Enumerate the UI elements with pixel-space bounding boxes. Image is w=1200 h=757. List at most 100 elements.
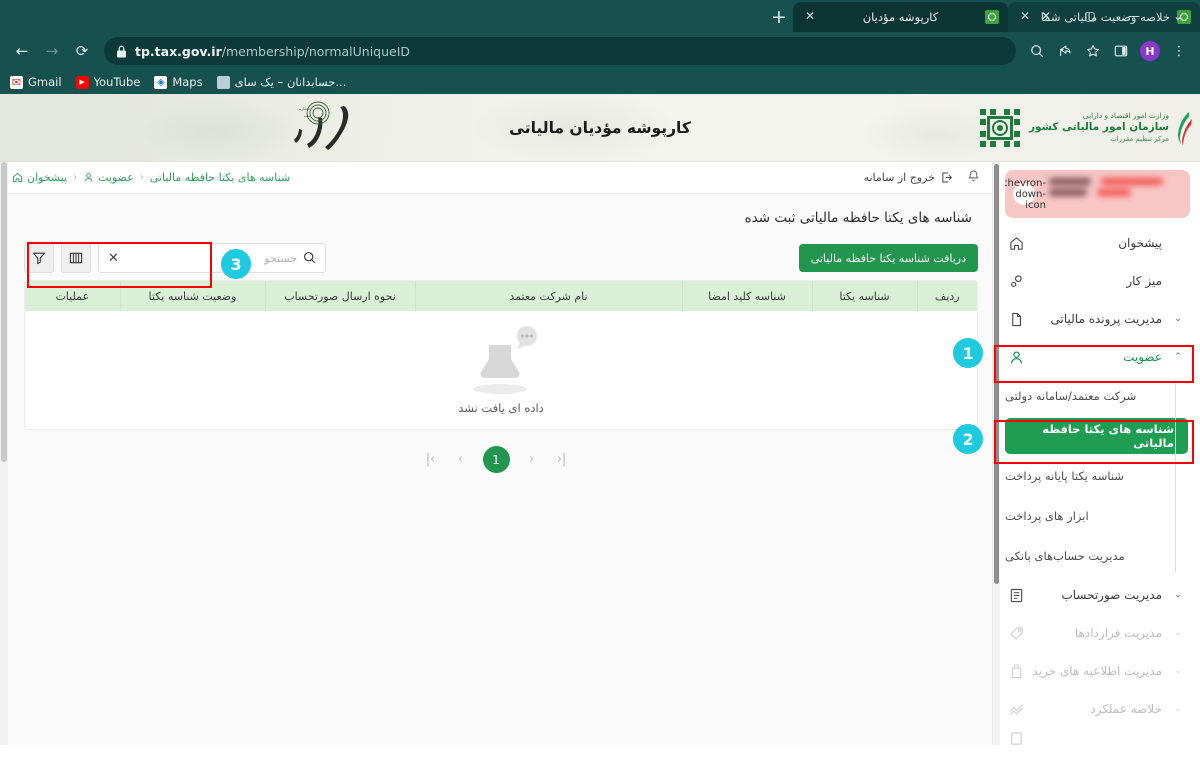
sidebar-item-dashboard[interactable]: پیشخوان [993, 224, 1200, 262]
annotation-marker-3: 3 [221, 249, 251, 279]
browser-toolbar: ← → ⟳ tp.tax.gov.ir/membership/normalUni… [0, 32, 1200, 70]
bookmark-gmail[interactable]: ✉ Gmail [10, 75, 62, 89]
bookmark-label: Gmail [28, 75, 62, 89]
data-table-card: ردیف شناسه یکتا شناسه کلید امضا نام شرکت… [24, 280, 978, 430]
svg-text:ثبت: ثبت [304, 113, 310, 118]
sidebar-item-invoice-management[interactable]: ⌄ مدیریت صورتحساب [993, 576, 1200, 614]
annotation-marker-1: 1 [953, 338, 983, 368]
breadcrumb-item-dashboard[interactable]: پیشخوان [12, 171, 67, 184]
breadcrumb-item-current[interactable]: شناسه های یکتا حافظه مالیاتی [150, 171, 290, 184]
organization-logo-block: وزارت امور اقتصاد و دارایی سازمان امور م… [978, 107, 1192, 149]
column-header-row-number[interactable]: ردیف [917, 281, 977, 311]
sidebar-item-performance-summary[interactable]: ⌄ خلاصه عملکرد [993, 690, 1200, 728]
sidebar-item-contract-management[interactable]: ⌄ مدیریت قراردادها [993, 614, 1200, 652]
chevron-down-icon: ⌄ [1170, 590, 1186, 600]
profile-redacted-content [1049, 178, 1182, 210]
back-icon[interactable]: ← [8, 37, 36, 65]
chevron-down-icon[interactable]: chevron-down-icon [1013, 183, 1035, 205]
user-icon [83, 172, 94, 183]
org-line-3: مرکز تنظیم مقررات [1029, 135, 1169, 144]
submenu-label: ابزار های پرداخت [1005, 509, 1089, 523]
maximize-button[interactable]: ▢ [1068, 0, 1112, 32]
person-icon [1005, 350, 1027, 365]
sidebar-item-tax-file-management[interactable]: ⌄ مدیریت پرونده مالیاتی [993, 300, 1200, 338]
search-box[interactable]: ✕ [98, 243, 326, 273]
sidebar-scrollbar[interactable] [993, 162, 1000, 745]
pagination-last-button[interactable]: ›| [554, 452, 570, 467]
window-controls: ⌄ — ▢ ✕ [1024, 0, 1200, 32]
membership-submenu: شرکت معتمد/سامانه دولتی شناسه های یکتا ح… [993, 376, 1200, 576]
minimize-button[interactable]: — [1112, 0, 1156, 32]
scrollbar-thumb[interactable] [1, 162, 7, 462]
submenu-trusted-company[interactable]: شرکت معتمد/سامانه دولتی [993, 376, 1200, 416]
close-icon[interactable]: ✕ [108, 251, 119, 266]
column-header-unique-id[interactable]: شناسه یکتا [812, 281, 917, 311]
chevron-down-icon[interactable]: ⌄ [1156, 0, 1200, 32]
submenu-unique-tax-memory-ids[interactable]: شناسه های یکتا حافظه مالیاتی [1005, 418, 1188, 454]
sidebar-item-membership[interactable]: ⌃ عضویت [993, 338, 1200, 376]
breadcrumb-label: پیشخوان [27, 171, 67, 184]
profile-card[interactable]: chevron-down-icon [1005, 170, 1190, 218]
pagination-prev-button[interactable]: ‹ [453, 452, 469, 467]
column-header-trusted-company-name[interactable]: نام شرکت معتمد [415, 281, 682, 311]
bookmark-maps[interactable]: ◈ Maps [154, 75, 202, 89]
columns-icon[interactable] [61, 243, 91, 273]
sidebar: chevron-down-icon پیشخوان میز کار [992, 162, 1200, 745]
sidebar-item-purchase-notices[interactable]: ⌄ مدیریت اطلاعیه های خرید [993, 652, 1200, 690]
column-header-signature-key-id[interactable]: شناسه کلید امضا [682, 281, 812, 311]
breadcrumb-item-membership[interactable]: عضویت [83, 171, 134, 184]
bag-icon [1005, 664, 1027, 679]
pagination-next-button[interactable]: › [524, 452, 540, 467]
address-bar[interactable]: tp.tax.gov.ir/membership/normalUniqueID [104, 37, 1016, 65]
forward-icon[interactable]: → [38, 37, 66, 65]
bell-icon[interactable] [967, 169, 980, 187]
logout-button[interactable]: خروج از سامانه [864, 171, 953, 184]
org-line-1: وزارت امور اقتصاد و دارایی [1029, 111, 1169, 121]
browser-menu-icon[interactable]: ⋮ [1166, 38, 1192, 64]
sidebar-item-label: خلاصه عملکرد [1027, 702, 1170, 716]
bookmark-site[interactable]: حسابدانان – یک سای... [217, 75, 347, 89]
sidebar-item-workdesk[interactable]: میز کار [993, 262, 1200, 300]
close-icon[interactable]: ✕ [804, 11, 816, 23]
bookmark-star-icon[interactable] [1080, 38, 1106, 64]
bookmark-label: YouTube [94, 75, 141, 89]
filter-icon[interactable] [24, 243, 54, 273]
pagination-first-button[interactable]: |‹ [423, 452, 439, 467]
gmail-icon: ✉ [10, 76, 23, 89]
bookmark-youtube[interactable]: ▶ YouTube [76, 75, 141, 89]
toolbar-primary-actions: دریافت شناسه یکتا حافظه مالیاتی [799, 244, 978, 272]
scrollbar-thumb[interactable] [994, 164, 999, 584]
pagination-page-1[interactable]: 1 [483, 446, 510, 473]
new-tab-button[interactable]: + [765, 3, 793, 31]
sidebar-item-label: پیشخوان [1027, 236, 1170, 250]
submenu-bank-accounts[interactable]: مدیریت حساب‌های بانکی [993, 536, 1200, 576]
sidebar-item-partial[interactable] [993, 728, 1200, 745]
workdesk-icon [1005, 274, 1027, 289]
share-icon[interactable] [1052, 38, 1078, 64]
tolid-logo: شماره ثبت [282, 100, 360, 156]
content-page-title: شناسه های یکتا حافظه مالیاتی ثبت شده [0, 194, 992, 236]
chevron-down-icon: ⌄ [1170, 314, 1186, 324]
tax-favicon [985, 10, 999, 24]
column-header-invoice-submission-method[interactable]: نحوه ارسال صورتحساب [265, 281, 415, 311]
column-header-unique-id-status[interactable]: وضعیت شناسه یکتا [120, 281, 265, 311]
search-icon[interactable] [1024, 38, 1050, 64]
table-empty-row: داده ای یافت نشد [25, 311, 977, 429]
browser-tab-2[interactable]: کارپوشه مؤدیان ✕ [793, 2, 1008, 32]
search-input[interactable] [125, 252, 297, 265]
page-scrollbar[interactable] [0, 162, 8, 745]
submenu-payment-terminal-unique-id[interactable]: شناسه یکتا پایانه پرداخت [993, 456, 1200, 496]
side-panel-icon[interactable] [1108, 38, 1134, 64]
search-icon[interactable] [303, 249, 316, 268]
reload-icon[interactable]: ⟳ [68, 37, 96, 65]
svg-text:شماره: شماره [299, 106, 311, 111]
maps-icon: ◈ [154, 76, 167, 89]
close-window-button[interactable]: ✕ [1024, 0, 1068, 32]
column-header-operations[interactable]: عملیات [25, 281, 120, 311]
lock-icon [116, 45, 127, 58]
submenu-payment-tools[interactable]: ابزار های پرداخت [993, 496, 1200, 536]
profile-avatar[interactable]: H [1140, 41, 1160, 61]
empty-state: داده ای یافت نشد [25, 325, 977, 415]
sidebar-item-label: میز کار [1027, 274, 1170, 288]
get-unique-tax-memory-id-button[interactable]: دریافت شناسه یکتا حافظه مالیاتی [799, 244, 978, 272]
